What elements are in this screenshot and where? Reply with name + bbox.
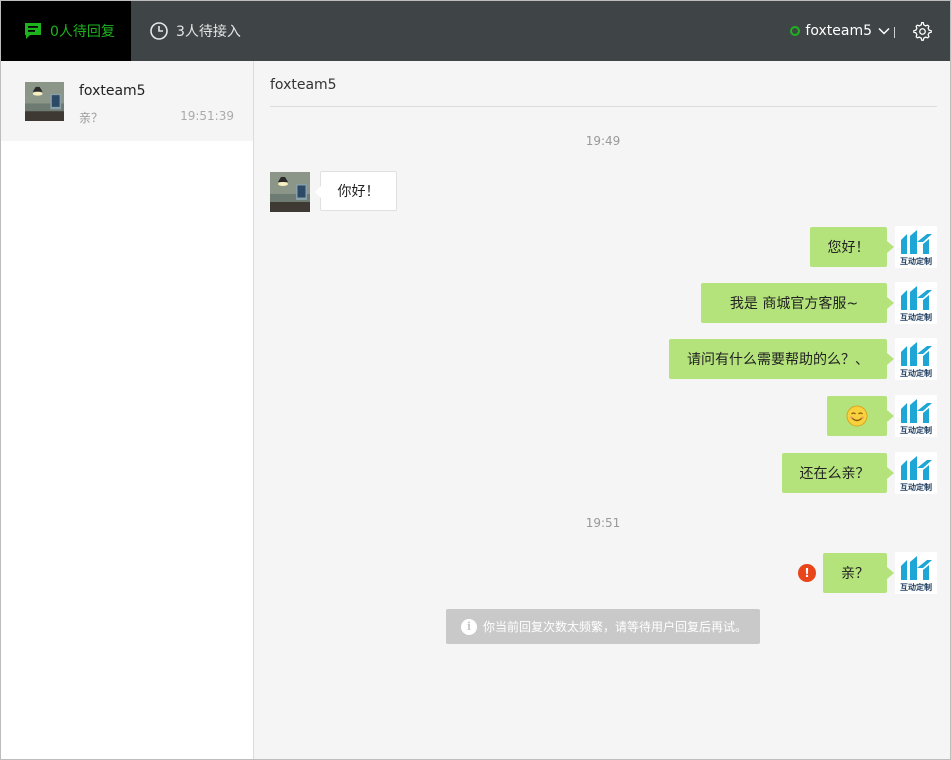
message-bubble-outgoing: 您好！: [810, 227, 894, 267]
message-bubble-outgoing: [827, 396, 894, 436]
tab-waiting-queue[interactable]: 3人待接入: [149, 1, 241, 61]
conversation-item[interactable]: foxteam5 亲？ 19:51:39: [1, 61, 253, 141]
agent-avatar: 互动定制: [895, 552, 937, 594]
info-icon: i: [461, 618, 477, 635]
clock-icon: [150, 22, 168, 40]
time-divider: 19:49: [585, 134, 621, 148]
chat-title: foxteam5: [270, 77, 337, 93]
conversation-sidebar: foxteam5 亲？ 19:51:39: [1, 61, 254, 759]
rate-limit-toast: i 你当前回复次数太频繁，请等待用户回复后再试。: [446, 609, 760, 644]
brand-logo-icon: [901, 342, 932, 366]
brand-logo-icon: [901, 456, 932, 480]
toolbar-divider: [894, 27, 895, 38]
agent-avatar: 互动定制: [895, 452, 937, 494]
message-bubble-outgoing: 我是 商城官方客服~: [701, 283, 894, 323]
gear-icon[interactable]: [913, 22, 932, 41]
time-divider: 19:51: [585, 516, 621, 530]
agent-logo-text: 互动定制: [900, 583, 932, 592]
error-icon[interactable]: !: [798, 564, 816, 582]
message-bubble-outgoing: 还在么亲？: [782, 453, 894, 493]
brand-logo-icon: [901, 399, 932, 423]
message-bubble-outgoing: 请问有什么需要帮助的么？、: [669, 339, 894, 379]
tab-pending-replies-label: 0人待回复: [50, 24, 115, 40]
agent-logo-text: 互动定制: [900, 426, 932, 435]
message-text: 亲？: [841, 566, 869, 582]
agent-avatar: 互动定制: [895, 282, 937, 324]
chevron-down-icon: [878, 27, 890, 35]
conversation-preview: 亲？: [79, 111, 104, 125]
app-window: 0人待回复 3人待接入 foxteam5 foxteam5 亲？ 19:51:3…: [0, 0, 951, 760]
online-dot-icon: [790, 26, 801, 36]
agent-avatar: 互动定制: [895, 226, 937, 268]
toast-text: 你当前回复次数太频繁，请等待用户回复后再试。: [483, 620, 748, 634]
brand-logo-icon: [901, 556, 932, 580]
tab-pending-replies[interactable]: 0人待回复: [1, 1, 131, 61]
message-text: 还在么亲？: [799, 466, 870, 482]
message-bubble-outgoing: 亲？: [823, 553, 894, 593]
tab-waiting-queue-label: 3人待接入: [176, 24, 241, 40]
conversation-time: 19:51:39: [180, 109, 234, 123]
customer-avatar: [270, 172, 310, 212]
agent-avatar: 互动定制: [895, 395, 937, 437]
conversation-name: foxteam5: [79, 83, 146, 99]
brand-logo-icon: [901, 230, 932, 254]
message-bubble-incoming: 你好！: [315, 171, 397, 211]
brand-logo-icon: [901, 286, 932, 310]
agent-logo-text: 互动定制: [900, 257, 932, 266]
message-text: 您好！: [827, 240, 870, 256]
agent-logo-text: 互动定制: [900, 483, 932, 492]
chat-header-divider: [270, 106, 937, 107]
chat-bubble-icon: [25, 23, 41, 39]
message-text: 你好！: [337, 184, 380, 200]
message-text: 请问有什么需要帮助的么？、: [687, 352, 869, 368]
message-text: 我是 商城官方客服~: [729, 296, 859, 312]
agent-name: foxteam5: [805, 23, 872, 39]
top-bar: 0人待回复 3人待接入 foxteam5: [1, 1, 950, 61]
customer-avatar: [25, 82, 64, 121]
agent-logo-text: 互动定制: [900, 369, 932, 378]
agent-avatar: 互动定制: [895, 338, 937, 380]
agent-logo-text: 互动定制: [900, 313, 932, 322]
smiley-emoji-icon: [846, 405, 868, 427]
chat-panel: foxteam5 19:49 你好！ 您好！ 互动定制 我是 商城官方客服~ 互…: [254, 61, 950, 759]
agent-status-dropdown[interactable]: foxteam5: [790, 1, 890, 61]
